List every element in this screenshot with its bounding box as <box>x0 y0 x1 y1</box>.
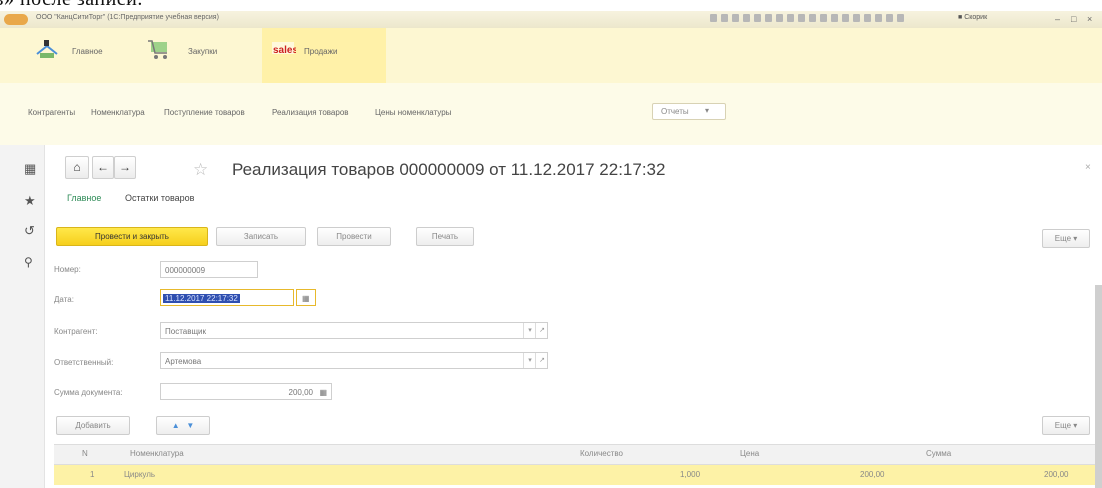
calculator-icon[interactable]: ▦ <box>319 384 327 401</box>
sum-field: 200,00 ▦ <box>160 383 332 400</box>
nav-link-nomenclature[interactable]: Номенклатура <box>91 108 145 117</box>
post-and-close-button[interactable]: Провести и закрыть <box>56 227 208 246</box>
forward-button[interactable]: → <box>114 156 136 179</box>
user-name[interactable]: ■ Скорик <box>958 14 987 21</box>
minimize-icon[interactable]: – <box>1055 14 1060 24</box>
home-icon: ⌂ <box>73 160 81 174</box>
arrow-right-icon: → <box>119 160 131 174</box>
date-field[interactable]: 11.12.2017 22:17:32 <box>160 289 294 306</box>
titlebar-tools <box>710 14 908 24</box>
window-titlebar: ООО "КанцСитиТорг" (1С:Предприятие учебн… <box>0 11 1102 29</box>
column-qty[interactable]: Количество <box>580 449 623 458</box>
menu-grid-icon[interactable]: ▦ <box>24 161 36 177</box>
tool-icon[interactable] <box>743 14 750 22</box>
tab-stock[interactable]: Остатки товаров <box>125 193 194 203</box>
tool-icon[interactable] <box>798 14 805 22</box>
responsible-field[interactable]: Артемова ▾ ↗ <box>160 352 548 369</box>
tool-icon[interactable] <box>853 14 860 22</box>
svg-text:sales: sales <box>273 45 296 56</box>
arrow-up-icon[interactable]: ▲ <box>172 421 180 430</box>
back-button[interactable]: ← <box>92 156 114 179</box>
number-label: Номер: <box>54 265 81 274</box>
sales-icon: sales <box>272 42 296 56</box>
section-purchases[interactable]: Закупки <box>140 28 260 83</box>
nav-link-prices[interactable]: Цены номенклатуры <box>375 108 451 117</box>
favorites-star-icon[interactable]: ★ <box>24 193 36 209</box>
calendar-icon[interactable]: ▦ <box>296 289 316 306</box>
home-button[interactable]: ⌂ <box>65 156 89 179</box>
arrow-down-icon[interactable]: ▼ <box>186 421 194 430</box>
favorite-star-icon[interactable]: ☆ <box>193 160 208 180</box>
maximize-icon[interactable]: □ <box>1071 14 1076 24</box>
cell-qty: 1,000 <box>680 470 701 479</box>
tool-icon[interactable] <box>754 14 761 22</box>
contractor-label: Контрагент: <box>54 327 98 336</box>
section-navigation: Контрагенты Номенклатура Поступление тов… <box>0 83 1102 146</box>
arrow-left-icon: ← <box>97 160 109 174</box>
open-icon[interactable]: ↗ <box>535 353 548 368</box>
nav-link-receipts[interactable]: Поступление товаров <box>164 108 245 117</box>
cell-price: 200,00 <box>860 470 885 479</box>
tool-icon[interactable] <box>710 14 717 22</box>
column-n[interactable]: N <box>82 449 88 458</box>
open-icon[interactable]: ↗ <box>535 323 548 338</box>
number-field[interactable]: 000000009 <box>160 261 258 278</box>
post-button[interactable]: Провести <box>317 227 391 246</box>
add-row-button[interactable]: Добавить <box>56 416 130 435</box>
date-label: Дата: <box>54 295 74 304</box>
close-window-icon[interactable]: × <box>1087 14 1092 24</box>
tool-icon[interactable] <box>864 14 871 22</box>
left-panel: ▦ ★ ↺ ⚲ <box>0 145 45 488</box>
app-logo-icon[interactable] <box>4 14 28 25</box>
table-more-button[interactable]: Еще ▾ <box>1042 416 1090 435</box>
tool-icon[interactable] <box>765 14 772 22</box>
table-header: N Номенклатура Количество Цена Сумма <box>54 444 1095 465</box>
chevron-down-icon: ▾ <box>1073 421 1078 430</box>
responsible-label: Ответственный: <box>54 358 114 367</box>
print-button[interactable]: Печать <box>416 227 474 246</box>
cell-n: 1 <box>90 470 95 479</box>
contractor-field[interactable]: Поставщик ▾ ↗ <box>160 322 548 339</box>
tool-icon[interactable] <box>776 14 783 22</box>
tool-icon[interactable] <box>820 14 827 22</box>
cell-sum: 200,00 <box>1044 470 1069 479</box>
scrollbar[interactable] <box>1095 285 1102 488</box>
tool-icon[interactable] <box>875 14 882 22</box>
nav-link-contractors[interactable]: Контрагенты <box>28 108 75 117</box>
home-section-icon <box>36 40 58 58</box>
move-buttons: ▲ ▼ <box>156 416 210 435</box>
top-text-fragment: в» после записи. <box>0 0 1102 11</box>
column-sum[interactable]: Сумма <box>926 449 951 458</box>
document-title: Реализация товаров 000000009 от 11.12.20… <box>232 160 666 179</box>
search-icon[interactable]: ⚲ <box>24 255 33 269</box>
cart-icon <box>148 40 167 59</box>
chevron-down-icon: ▾ <box>1073 234 1078 243</box>
tool-icon[interactable] <box>886 14 893 22</box>
column-item[interactable]: Номенклатура <box>130 449 184 458</box>
sum-label: Сумма документа: <box>54 388 123 397</box>
tool-icon[interactable] <box>842 14 849 22</box>
tool-icon[interactable] <box>721 14 728 22</box>
tool-icon[interactable] <box>831 14 838 22</box>
cell-item: Циркуль <box>124 470 156 479</box>
tool-icon[interactable] <box>732 14 739 22</box>
nav-link-sales[interactable]: Реализация товаров <box>272 108 349 117</box>
section-main[interactable]: Главное <box>28 28 128 83</box>
tool-icon[interactable] <box>809 14 816 22</box>
chevron-down-icon: ▾ <box>705 106 710 115</box>
column-price[interactable]: Цена <box>740 449 759 458</box>
sections-panel: Главное Закупки sales Продажи <box>0 28 1102 84</box>
save-button[interactable]: Записать <box>216 227 306 246</box>
document-form <box>45 145 1102 488</box>
more-button[interactable]: Еще ▾ <box>1042 229 1090 248</box>
tool-icon[interactable] <box>897 14 904 22</box>
tool-icon[interactable] <box>787 14 794 22</box>
history-icon[interactable]: ↺ <box>24 223 35 239</box>
tab-main[interactable]: Главное <box>67 193 101 203</box>
window-title: ООО "КанцСитиТорг" (1С:Предприятие учебн… <box>36 14 219 21</box>
reports-dropdown[interactable]: Отчеты ▾ <box>652 103 726 120</box>
table-row[interactable]: 1 Циркуль 1,000 200,00 200,00 <box>54 465 1095 485</box>
close-form-icon[interactable]: × <box>1085 162 1091 173</box>
section-sales[interactable]: sales Продажи <box>262 28 386 83</box>
